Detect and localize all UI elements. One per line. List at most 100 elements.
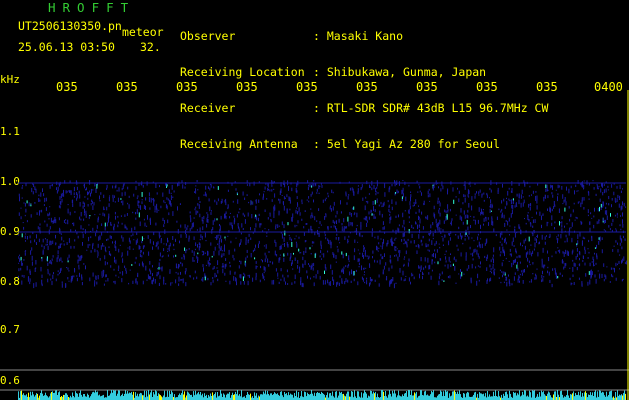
spectrogram-pixel bbox=[259, 193, 260, 196]
power-bar bbox=[287, 395, 288, 400]
spectrogram-pixel bbox=[581, 197, 583, 202]
spectrogram-pixel bbox=[256, 215, 258, 221]
spectrogram-pixel bbox=[322, 280, 324, 285]
spectrogram-pixel bbox=[263, 193, 264, 198]
spectrogram-pixel bbox=[108, 196, 110, 202]
spectrogram-pixel bbox=[439, 246, 441, 249]
spectrogram-pixel bbox=[531, 252, 533, 257]
power-bar bbox=[18, 391, 19, 400]
power-bar bbox=[539, 392, 540, 400]
spectrogram-pixel bbox=[193, 277, 195, 280]
spectrogram-pixel bbox=[573, 202, 575, 205]
spectrogram-pixel bbox=[594, 252, 595, 255]
spectrogram-pixel bbox=[504, 271, 506, 274]
spectrogram-pixel bbox=[23, 275, 25, 278]
spectrogram-pixel bbox=[329, 206, 331, 210]
spectrogram-pixel bbox=[408, 258, 410, 262]
spectrogram-pixel bbox=[602, 192, 604, 196]
spectrogram-pixel bbox=[500, 281, 502, 284]
spectrogram-pixel bbox=[541, 261, 543, 265]
power-bar bbox=[88, 394, 89, 400]
power-bar bbox=[459, 390, 460, 400]
power-bar bbox=[444, 396, 445, 400]
spectrogram-pixel bbox=[288, 196, 290, 201]
power-bar bbox=[494, 396, 495, 400]
spectrogram-pixel bbox=[287, 274, 289, 278]
spectrogram-pixel bbox=[514, 272, 516, 275]
spectrogram-pixel bbox=[621, 238, 623, 243]
power-bar bbox=[562, 394, 563, 400]
spectrogram-pixel bbox=[77, 259, 79, 264]
power-bar bbox=[613, 396, 614, 400]
power-bar bbox=[383, 391, 384, 400]
spectrogram-pixel bbox=[217, 186, 219, 190]
spectrogram-pixel bbox=[451, 218, 453, 221]
spectrogram-pixel bbox=[120, 215, 122, 217]
spectrogram-pixel bbox=[109, 195, 111, 197]
spectrogram-pixel bbox=[512, 204, 514, 210]
spectrogram-pixel bbox=[478, 194, 480, 196]
spectrogram-pixel bbox=[560, 222, 562, 224]
spectrogram-pixel bbox=[195, 210, 197, 215]
spectrogram-pixel bbox=[527, 215, 529, 220]
spectrogram-pixel bbox=[190, 217, 192, 223]
spectrogram-pixel bbox=[196, 276, 198, 280]
spectrogram-pixel bbox=[328, 282, 330, 286]
spectrogram-pixel bbox=[109, 253, 111, 255]
spectrogram-pixel bbox=[528, 260, 530, 264]
spectrogram-pixel bbox=[568, 206, 570, 209]
spectrogram-pixel bbox=[219, 229, 221, 234]
spectrogram-pixel bbox=[61, 243, 63, 245]
spectrogram-pixel bbox=[47, 270, 49, 275]
spectrogram-pixel bbox=[500, 251, 502, 254]
spectrogram-pixel bbox=[485, 239, 487, 244]
spectrogram-pixel bbox=[207, 219, 209, 223]
power-bar bbox=[540, 396, 541, 400]
spectrogram-pixel bbox=[517, 261, 518, 265]
power-bar bbox=[315, 396, 316, 400]
spectrogram-pixel bbox=[428, 238, 430, 242]
spectrogram-pixel bbox=[87, 197, 89, 200]
power-bar bbox=[620, 395, 621, 400]
spectrogram-pixel bbox=[537, 252, 539, 257]
power-bar bbox=[40, 393, 41, 400]
spectrogram-pixel bbox=[61, 236, 63, 241]
spectrogram-pixel bbox=[149, 207, 151, 210]
power-bar bbox=[617, 390, 618, 400]
spectrogram-pixel bbox=[574, 219, 576, 221]
spectrogram-pixel bbox=[467, 215, 469, 219]
spectrogram-pixel bbox=[63, 243, 65, 246]
spectrogram-pixel bbox=[381, 246, 383, 250]
spectrogram-pixel bbox=[101, 271, 103, 276]
spectrogram-pixel bbox=[114, 185, 116, 189]
power-bar bbox=[100, 396, 101, 400]
spectrogram-pixel bbox=[340, 211, 342, 214]
power-bar bbox=[571, 394, 572, 400]
power-bar bbox=[340, 392, 341, 400]
spectrogram-pixel bbox=[330, 205, 332, 207]
spectrogram-pixel bbox=[97, 216, 99, 221]
spectrogram-pixel bbox=[393, 283, 395, 289]
spectrogram-pixel bbox=[253, 181, 255, 186]
spectrogram-pixel bbox=[514, 259, 516, 263]
spectrogram-pixel bbox=[76, 275, 78, 277]
spectrogram-pixel bbox=[510, 190, 512, 193]
spectrogram-pixel bbox=[434, 214, 436, 219]
spectrogram-pixel bbox=[407, 238, 409, 241]
spectrogram-pixel bbox=[403, 263, 405, 267]
spectrogram-pixel bbox=[41, 209, 43, 213]
spectrogram-pixel bbox=[104, 246, 106, 251]
spectrogram-pixel bbox=[35, 282, 37, 287]
power-bar bbox=[420, 390, 421, 400]
spectrogram-pixel bbox=[206, 224, 208, 228]
spectrogram-pixel bbox=[260, 259, 262, 261]
spectrogram-pixel bbox=[391, 199, 393, 204]
spectrogram-pixel bbox=[320, 240, 322, 246]
spectrogram-pixel bbox=[109, 235, 111, 239]
spectrogram-pixel bbox=[572, 274, 574, 277]
power-bar bbox=[432, 392, 433, 400]
spectrogram-pixel bbox=[587, 209, 589, 214]
spectrogram-pixel bbox=[529, 206, 531, 211]
spectrogram-pixel bbox=[503, 214, 505, 219]
spectrogram-pixel bbox=[427, 190, 429, 195]
